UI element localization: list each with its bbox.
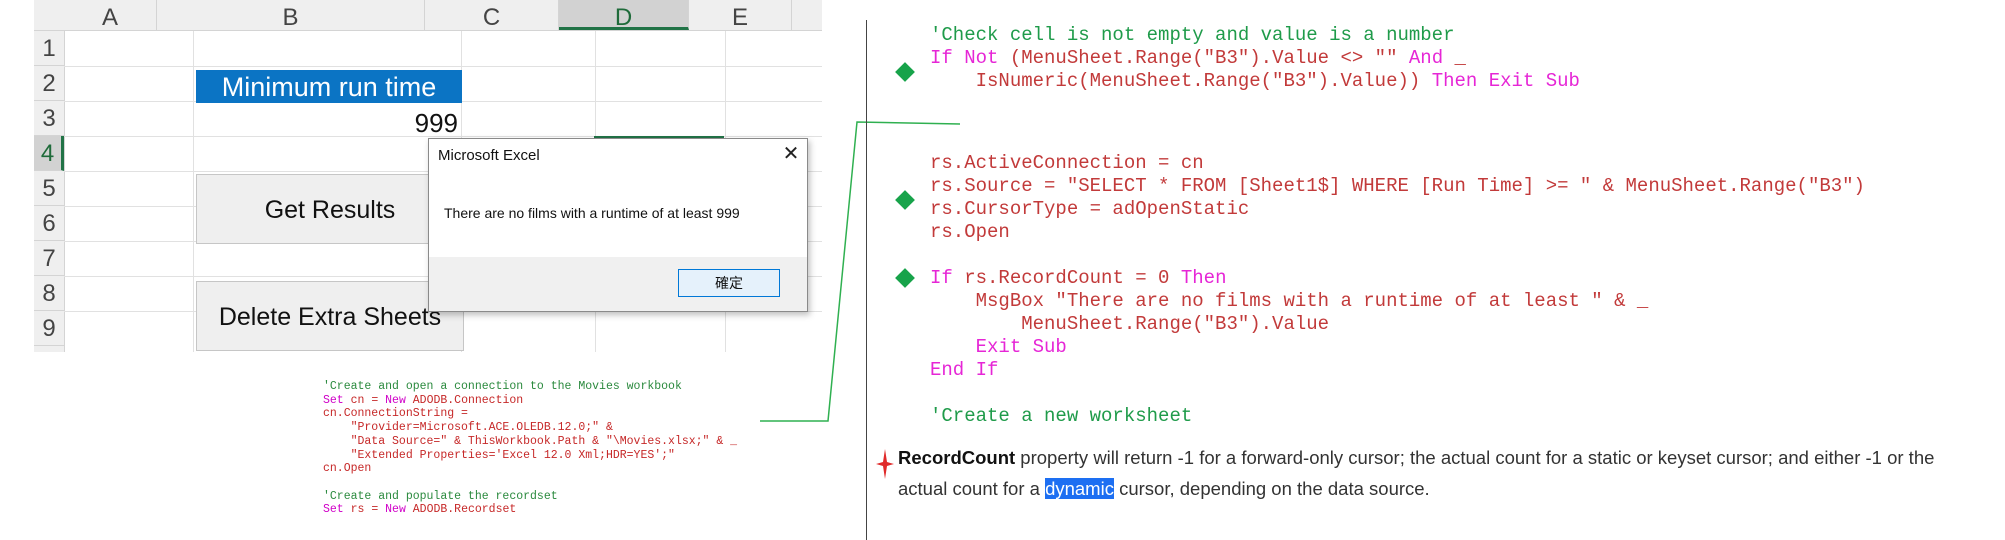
code-token: ADODB.Connection: [405, 393, 524, 407]
vertical-divider: [866, 20, 867, 540]
column-headers: A B C D E: [34, 0, 822, 31]
code-line: 'Check cell is not empty and value is a …: [930, 24, 1455, 46]
code-token: ADODB.Recordset: [405, 503, 517, 517]
code-token: (MenuSheet.Range("B3").Value <> "": [998, 47, 1409, 69]
row-headers: 1 2 3 4 5 6 7 8 9: [34, 31, 65, 352]
vba-code-block: 'Check cell is not empty and value is a …: [895, 24, 1865, 427]
column-header-b[interactable]: B: [157, 0, 425, 31]
code-line: If Not (MenuSheet.Range("B3").Value <> "…: [930, 47, 1466, 69]
row-header-7[interactable]: 7: [34, 241, 64, 276]
code-line: End If: [930, 359, 998, 381]
code-token: New: [385, 393, 406, 407]
column-header-c[interactable]: C: [425, 0, 559, 31]
message-box: Microsoft Excel ✕ There are no films wit…: [428, 138, 808, 312]
code-token: If Not: [930, 47, 999, 69]
message-box-text: There are no films with a runtime of at …: [444, 205, 740, 221]
breakpoint-marker-icon: [895, 268, 915, 288]
minimum-run-time-value[interactable]: 999: [196, 106, 458, 138]
row-header-1[interactable]: 1: [34, 31, 64, 66]
code-line: MenuSheet.Range("B3").Value: [930, 313, 1329, 335]
code-token: cn.Open: [323, 462, 372, 476]
small-code-line: 'Create and populate the recordset: [323, 490, 737, 504]
row-header-5[interactable]: 5: [34, 171, 64, 206]
code-token: 'Check cell is not empty and value is a …: [930, 24, 1455, 46]
close-icon[interactable]: ✕: [779, 141, 803, 165]
code-token: Then Exit Sub: [1431, 70, 1580, 92]
code-token: Set: [323, 503, 344, 517]
minimum-run-time-label: Minimum run time: [196, 70, 462, 103]
small-code-line: cn.ConnectionString =: [323, 407, 737, 421]
code-token: IsNumeric(MenuSheet.Range("B3").Value)): [930, 70, 1432, 92]
recordcount-description: RecordCount property will return -1 for …: [898, 442, 1988, 504]
code-token: 'Create and open a connection to the Mov…: [323, 380, 682, 393]
small-code-line: "Data Source=" & ThisWorkbook.Path & "\M…: [323, 435, 737, 449]
code-token: rs.CursorType = adOpenStatic: [930, 198, 1250, 220]
small-code-line: Set rs = New ADODB.Recordset: [323, 503, 737, 517]
get-results-button[interactable]: Get Results: [196, 174, 464, 244]
code-line: rs.ActiveConnection = cn: [930, 152, 1204, 174]
small-code-line: 'Create and open a connection to the Mov…: [323, 380, 737, 394]
code-token: New: [385, 503, 406, 517]
breakpoint-marker-icon: [895, 190, 915, 210]
code-token: rs.ActiveConnection = cn: [930, 152, 1204, 174]
row-header-2[interactable]: 2: [34, 66, 64, 101]
code-token: "Data Source=" & ThisWorkbook.Path & "\M…: [323, 434, 738, 448]
code-line: rs.CursorType = adOpenStatic: [930, 198, 1249, 220]
code-token: rs.RecordCount = 0: [952, 267, 1181, 289]
code-token: And: [1408, 47, 1444, 69]
small-code-line: cn.Open: [323, 462, 737, 476]
code-token: If: [930, 267, 953, 289]
code-token: End If: [930, 359, 999, 381]
code-token: "Provider=Microsoft.ACE.OLEDB.12.0;" &: [323, 421, 613, 435]
breakpoint-marker-icon: [895, 62, 915, 82]
column-header-a[interactable]: A: [64, 0, 157, 31]
small-code-line: [323, 476, 737, 490]
sparkle-icon: [876, 449, 894, 479]
small-code-snippet: 'Create and open a connection to the Mov…: [323, 380, 737, 517]
row-header-8[interactable]: 8: [34, 276, 64, 311]
row-header-6[interactable]: 6: [34, 206, 64, 241]
code-token: _: [1443, 47, 1466, 69]
code-token: Then: [1180, 267, 1227, 289]
code-token: rs.Source = "SELECT * FROM [Sheet1$] WHE…: [930, 175, 1865, 197]
code-token: rs.Open: [930, 221, 1010, 243]
code-token: 'Create a new worksheet: [930, 405, 1193, 427]
code-token: Set: [323, 393, 344, 407]
code-line: If rs.RecordCount = 0 Then: [930, 267, 1226, 289]
code-line: 'Create a new worksheet: [930, 405, 1192, 427]
code-token: 'Create and populate the recordset: [323, 489, 558, 503]
row-header-9[interactable]: 9: [34, 311, 64, 346]
code-token: rs =: [343, 503, 386, 517]
description-text-end: cursor, depending on the data source.: [1113, 478, 1430, 499]
code-token: MenuSheet.Range("B3").Value: [930, 313, 1330, 335]
code-token: Exit Sub: [930, 336, 1067, 358]
code-line: Exit Sub: [930, 336, 1067, 358]
message-box-title: Microsoft Excel: [438, 147, 540, 164]
ok-button[interactable]: 確定: [678, 269, 780, 297]
row-header-3[interactable]: 3: [34, 101, 64, 136]
code-token: "Extended Properties='Excel 12.0 Xml;HDR…: [323, 448, 675, 462]
small-code-line: "Provider=Microsoft.ACE.OLEDB.12.0;" &: [323, 421, 737, 435]
code-token: cn.ConnectionString =: [323, 407, 468, 421]
column-header-e[interactable]: E: [689, 0, 792, 31]
code-line: IsNumeric(MenuSheet.Range("B3").Value)) …: [930, 70, 1580, 92]
code-line: MsgBox "There are no films with a runtim…: [930, 290, 1649, 312]
column-header-d[interactable]: D: [559, 0, 689, 31]
code-line: rs.Source = "SELECT * FROM [Sheet1$] WHE…: [930, 175, 1865, 197]
delete-extra-sheets-button[interactable]: Delete Extra Sheets: [196, 281, 464, 351]
code-token: cn =: [343, 393, 386, 407]
highlighted-word[interactable]: dynamic: [1045, 478, 1114, 499]
row-header-4[interactable]: 4: [34, 136, 64, 171]
recordcount-term: RecordCount: [898, 447, 1016, 468]
code-line: rs.Open: [930, 221, 1010, 243]
small-code-line: Set cn = New ADODB.Connection: [323, 394, 737, 408]
code-token: MsgBox "There are no films with a runtim…: [930, 290, 1649, 312]
message-box-footer: 確定: [429, 257, 807, 311]
small-code-line: "Extended Properties='Excel 12.0 Xml;HDR…: [323, 449, 737, 463]
